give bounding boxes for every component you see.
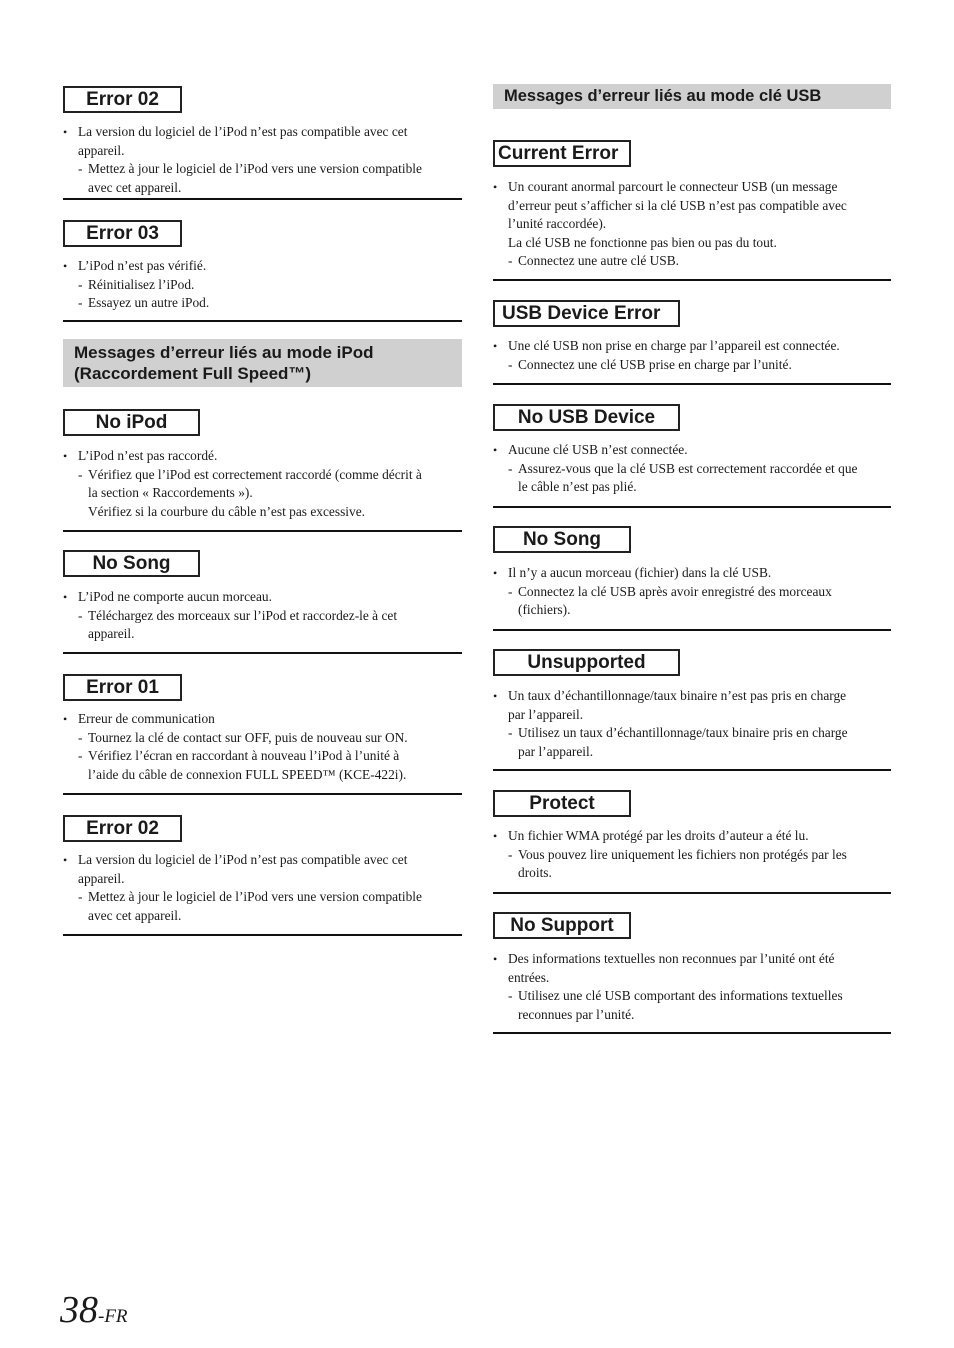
bullet-item: Un fichier WMA protégé par les droits d’… bbox=[493, 827, 891, 846]
error-03-body: L’iPod n’est pas vérifié.Réinitialisez l… bbox=[63, 257, 462, 313]
section-divider bbox=[493, 769, 891, 771]
no-song-body: L’iPod ne comporte aucun morceau.Télécha… bbox=[63, 588, 462, 644]
usb-section-heading: Messages d’erreur liés au mode clé USB bbox=[493, 84, 891, 109]
error-02-label: Error 02 bbox=[63, 86, 182, 113]
usb-section-title: Messages d’erreur liés au mode clé USB bbox=[504, 87, 822, 105]
text-line: par l’appareil. bbox=[508, 706, 584, 722]
section-divider bbox=[493, 892, 891, 894]
dash-item: Mettez à jour le logiciel de l’iPod vers… bbox=[63, 888, 462, 907]
text-line: (fichiers). bbox=[518, 602, 571, 618]
error-02-body: La version du logiciel de l’iPod n’est p… bbox=[63, 123, 462, 197]
no-usb-device-body: Aucune clé USB n’est connectée.Assurez-v… bbox=[493, 441, 891, 497]
bullet-item: L’iPod n’est pas raccordé. bbox=[63, 447, 462, 466]
section-divider bbox=[493, 383, 891, 385]
bullet-item: L’iPod ne comporte aucun morceau. bbox=[63, 588, 462, 607]
dash-item: Réinitialisez l’iPod. bbox=[63, 276, 462, 295]
unsupported-label: Unsupported bbox=[493, 649, 680, 676]
bullet-item: Des informations textuelles non reconnue… bbox=[493, 950, 891, 969]
usb-no-song-label: No Song bbox=[493, 526, 631, 553]
dash-item: Utilisez une clé USB comportant des info… bbox=[493, 987, 891, 1006]
section-divider bbox=[493, 629, 891, 631]
dash-item: Vous pouvez lire uniquement les fichiers… bbox=[493, 846, 891, 865]
dash-item: Vérifiez l’écran en raccordant à nouveau… bbox=[63, 747, 462, 766]
dash-item: Tournez la clé de contact sur OFF, puis … bbox=[63, 729, 462, 748]
section-divider bbox=[493, 279, 891, 281]
dash-item: Connectez la clé USB après avoir enregis… bbox=[493, 583, 891, 602]
text-line: par l’appareil. bbox=[518, 743, 594, 759]
no-ipod-label: No iPod bbox=[63, 409, 200, 436]
text-line: appareil. bbox=[78, 870, 125, 886]
text-line: l’aide du câble de connexion FULL SPEED™… bbox=[88, 766, 407, 782]
bullet-item: Erreur de communication bbox=[63, 710, 462, 729]
section-divider bbox=[63, 198, 462, 200]
text-line: reconnues par l’unité. bbox=[518, 1006, 635, 1022]
text-line: le câble n’est pas plié. bbox=[518, 479, 637, 495]
text-line: la section « Raccordements »). bbox=[88, 485, 253, 501]
bullet-item: L’iPod n’est pas vérifié. bbox=[63, 257, 462, 276]
text-line: l’unité raccordée). bbox=[508, 216, 607, 232]
section-divider bbox=[493, 1032, 891, 1034]
usb-no-song-body: Il n’y a aucun morceau (fichier) dans la… bbox=[493, 564, 891, 620]
usb-device-error-body: Une clé USB non prise en charge par l’ap… bbox=[493, 337, 891, 374]
dash-item: Téléchargez des morceaux sur l’iPod et r… bbox=[63, 607, 462, 626]
error-02-body-bottom: La version du logiciel de l’iPod n’est p… bbox=[63, 851, 462, 925]
text-line: Vérifiez si la courbure du câble n’est p… bbox=[88, 503, 365, 519]
bullet-item: Un taux d’échantillonnage/taux binaire n… bbox=[493, 687, 891, 706]
no-usb-device-label: No USB Device bbox=[493, 404, 680, 431]
current-error-label: Current Error bbox=[493, 140, 631, 167]
bullet-item: Il n’y a aucun morceau (fichier) dans la… bbox=[493, 564, 891, 583]
page-number-value: 38 bbox=[60, 1289, 98, 1331]
text-line: avec cet appareil. bbox=[88, 179, 182, 195]
section-divider bbox=[63, 793, 462, 795]
current-error-body: Un courant anormal parcourt le connecteu… bbox=[493, 178, 891, 271]
bullet-item: Une clé USB non prise en charge par l’ap… bbox=[493, 337, 891, 356]
dash-item: Assurez-vous que la clé USB est correcte… bbox=[493, 460, 891, 479]
dash-item: Mettez à jour le logiciel de l’iPod vers… bbox=[63, 160, 462, 179]
language-suffix: -FR bbox=[98, 1306, 128, 1327]
no-song-label: No Song bbox=[63, 550, 200, 577]
usb-device-error-label: USB Device Error bbox=[493, 300, 680, 327]
dash-item: Connectez une clé USB prise en charge pa… bbox=[493, 356, 891, 375]
text-line: avec cet appareil. bbox=[88, 907, 182, 923]
protect-label: Protect bbox=[493, 790, 631, 817]
section-divider bbox=[63, 530, 462, 532]
section-divider bbox=[63, 652, 462, 654]
text-line: appareil. bbox=[78, 142, 125, 158]
dash-item: Utilisez un taux d’échantillonnage/taux … bbox=[493, 724, 891, 743]
dash-item: Essayez un autre iPod. bbox=[63, 294, 462, 313]
no-support-body: Des informations textuelles non reconnue… bbox=[493, 950, 891, 1024]
section-divider bbox=[493, 506, 891, 508]
error-02-label-bottom: Error 02 bbox=[63, 815, 182, 842]
unsupported-body: Un taux d’échantillonnage/taux binaire n… bbox=[493, 687, 891, 761]
text-line: d’erreur peut s’afficher si la clé USB n… bbox=[508, 197, 847, 213]
dash-item: Vérifiez que l’iPod est correctement rac… bbox=[63, 466, 462, 485]
section-divider bbox=[63, 934, 462, 936]
error-01-label: Error 01 bbox=[63, 674, 182, 701]
no-ipod-body: L’iPod n’est pas raccordé.Vérifiez que l… bbox=[63, 447, 462, 521]
page-number: 38-FR bbox=[60, 1288, 128, 1332]
section-divider bbox=[63, 320, 462, 322]
text-line: La clé USB ne fonctionne pas bien ou pas… bbox=[508, 234, 777, 250]
bullet-item: La version du logiciel de l’iPod n’est p… bbox=[63, 123, 462, 142]
text-line: entrées. bbox=[508, 969, 550, 985]
ipod-section-title-line1: Messages d’erreur liés au mode iPod bbox=[74, 343, 374, 362]
no-support-label: No Support bbox=[493, 912, 631, 939]
bullet-item: Un courant anormal parcourt le connecteu… bbox=[493, 178, 891, 197]
ipod-section-heading: Messages d’erreur liés au mode iPod (Rac… bbox=[63, 339, 462, 387]
bullet-item: La version du logiciel de l’iPod n’est p… bbox=[63, 851, 462, 870]
error-03-label: Error 03 bbox=[63, 220, 182, 247]
dash-item: Connectez une autre clé USB. bbox=[493, 252, 891, 271]
ipod-section-title-line2: (Raccordement Full Speed™) bbox=[74, 364, 312, 383]
bullet-item: Aucune clé USB n’est connectée. bbox=[493, 441, 891, 460]
text-line: appareil. bbox=[88, 626, 135, 642]
error-01-body: Erreur de communicationTournez la clé de… bbox=[63, 710, 462, 784]
protect-body: Un fichier WMA protégé par les droits d’… bbox=[493, 827, 891, 883]
text-line: droits. bbox=[518, 865, 552, 881]
